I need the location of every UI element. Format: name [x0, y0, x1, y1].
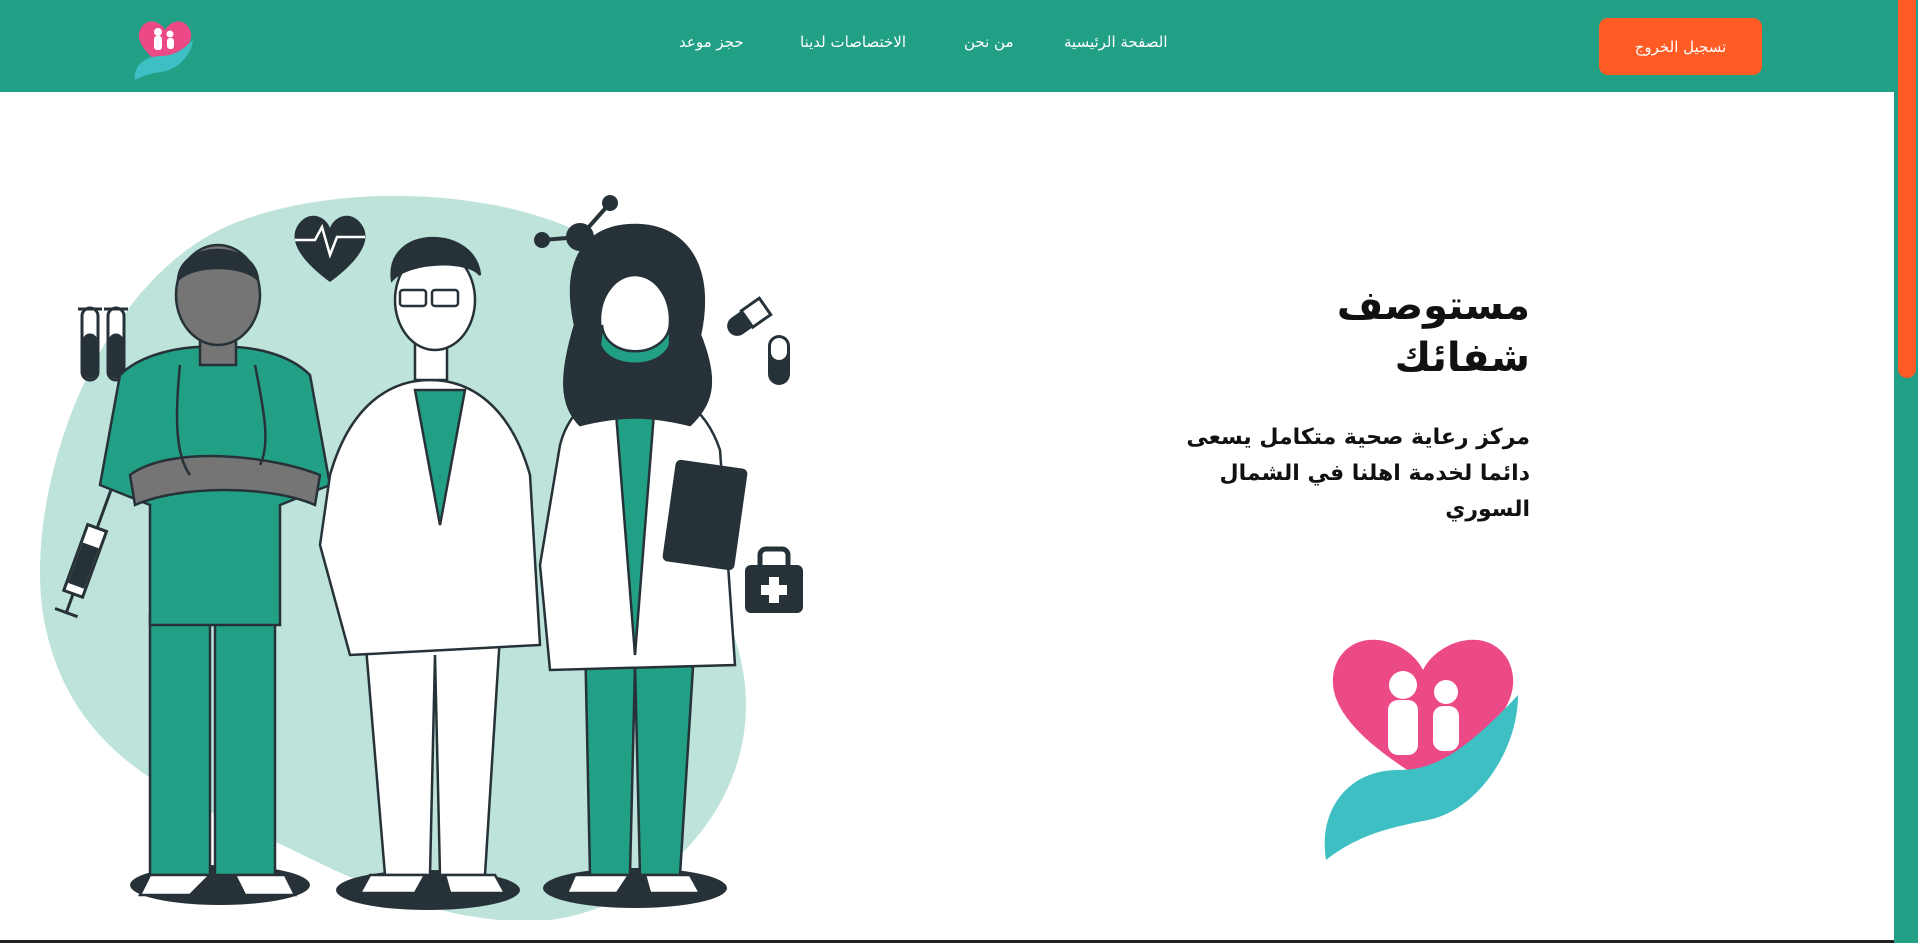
hero-title: مستوصف شفائك: [1330, 280, 1530, 384]
logout-button[interactable]: تسجيل الخروج: [1599, 18, 1762, 75]
pill-icon: [727, 296, 790, 385]
nav-link-specialties[interactable]: الاختصاصات لدينا: [800, 33, 906, 51]
hero-title-line2: شفائك: [1394, 335, 1530, 381]
hero-logo-icon: [1324, 639, 1518, 860]
nav-link-booking[interactable]: حجز موعد: [679, 33, 744, 51]
hero-section: مستوصف شفائك مركز رعاية صحية متكامل يسعى…: [1160, 280, 1530, 528]
doctors-illustration: [40, 195, 803, 920]
hero-description: مركز رعاية صحية متكامل يسعى دائما لخدمة …: [1186, 425, 1530, 522]
top-navbar: الصفحة الرئيسية من نحن الاختصاصات لدينا …: [0, 0, 1894, 92]
hero-title-line1: مستوصف: [1336, 283, 1530, 329]
scrollbar-thumb[interactable]: [1898, 0, 1916, 378]
nav-link-home[interactable]: الصفحة الرئيسية: [1064, 33, 1168, 51]
page-scrollbar[interactable]: [1894, 0, 1918, 943]
nav-link-about[interactable]: من نحن: [964, 33, 1014, 51]
first-aid-kit-icon: [745, 546, 803, 613]
